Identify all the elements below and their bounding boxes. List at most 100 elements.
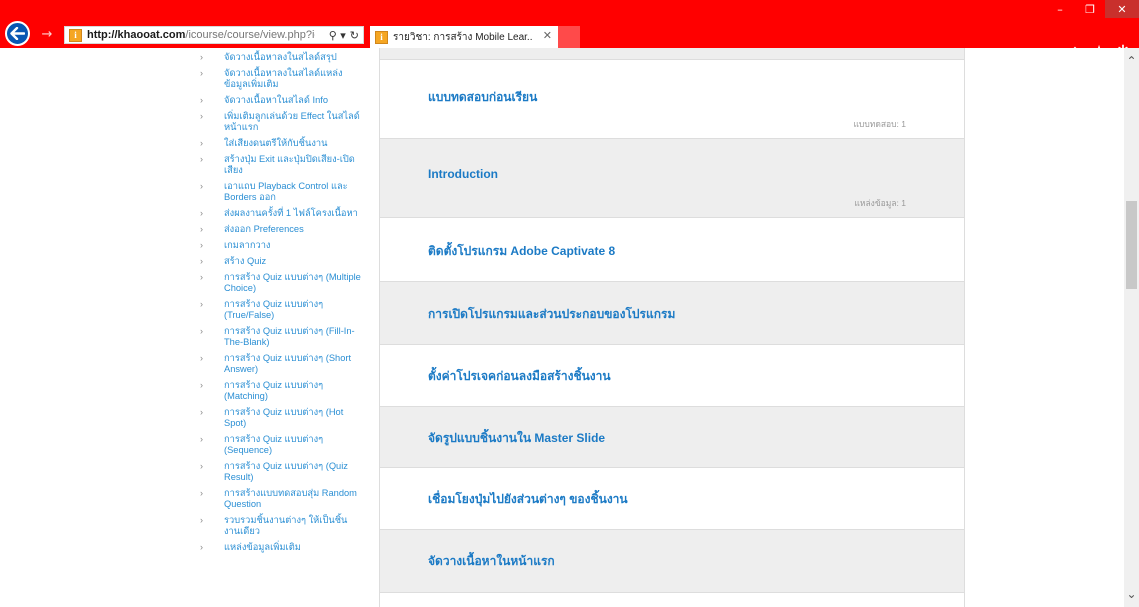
scroll-down-arrow-icon[interactable]: ⌄ (1124, 587, 1139, 601)
arrow-left-icon (10, 27, 25, 40)
sidebar-item[interactable]: › การสร้าง Quiz แบบต่างๆ (Quiz Result) (194, 461, 366, 483)
sidebar-item[interactable]: › รวบรวมชิ้นงานต่างๆ ให้เป็นชิ้นงานเดียว (194, 515, 366, 537)
sidebar-item[interactable]: › เกมลากวาง (194, 240, 366, 251)
chevron-right-icon: › (200, 224, 203, 234)
course-section: ตั้งค่าโปรเจคก่อนลงมือสร้างชิ้นงาน (380, 345, 964, 407)
sidebar-item[interactable]: › เอาแถบ Playback Control และ Borders ออก (194, 181, 366, 203)
url-domain: http://khaooat.com (87, 29, 186, 41)
chevron-right-icon: › (200, 461, 203, 471)
url-text[interactable]: http://khaooat.com/icourse/course/view.p… (87, 29, 315, 41)
course-sidebar-nav: › จัดวางเนื้อหาลงในสไลด์สรุป › จัดวางเนื้อห… (194, 52, 366, 558)
restore-button[interactable]: ❐ (1075, 0, 1105, 18)
browser-tab-active[interactable]: i รายวิชา: การสร้าง Mobile Lear... ✕ (370, 26, 558, 48)
site-favicon-icon: i (69, 28, 82, 42)
course-section: แบบทดสอบก่อนเรียนแบบทดสอบ: 1 (380, 60, 964, 139)
search-icon[interactable]: ⚲ ▾ (329, 28, 346, 42)
sidebar-item[interactable]: › สร้าง Quiz (194, 256, 366, 267)
sidebar-item[interactable]: › จัดวางเนื้อหาลงในสไลด์สรุป (194, 52, 366, 63)
section-title-link[interactable]: แบบทดสอบก่อนเรียน (428, 88, 537, 107)
sidebar-item[interactable]: › การสร้าง Quiz แบบต่างๆ (Sequence) (194, 434, 366, 456)
sidebar-item-label: รวบรวมชิ้นงานต่างๆ ให้เป็นชิ้นงานเดียว (224, 515, 348, 536)
course-section: เชื่อมโยงปุ่มไปยังส่วนต่างๆ ของชิ้นงาน (380, 468, 964, 530)
chevron-right-icon: › (200, 138, 203, 148)
sidebar-item-label: การสร้าง Quiz แบบต่างๆ (Hot Spot) (224, 407, 344, 428)
section-title-link[interactable]: ติดตั้งโปรแกรม Adobe Captivate 8 (428, 242, 615, 261)
refresh-icon[interactable]: ↻ (350, 28, 359, 42)
sidebar-item[interactable]: › การสร้างแบบทดสอบสุ่ม Random Question (194, 488, 366, 510)
section-activity-count: แหล่งข้อมูล: 1 (854, 198, 906, 208)
sidebar-item-label: การสร้าง Quiz แบบต่างๆ (Matching) (224, 380, 324, 401)
address-bar[interactable]: i http://khaooat.com/icourse/course/view… (64, 26, 364, 44)
sidebar-item-label: สร้าง Quiz (224, 256, 267, 266)
chevron-right-icon: › (200, 299, 203, 309)
section-title-link[interactable]: ตั้งค่าโปรเจคก่อนลงมือสร้างชิ้นงาน (428, 367, 611, 386)
sidebar-item[interactable]: › จัดวางเนื้อหาในสไลด์ Info (194, 95, 366, 106)
sidebar-item-label: การสร้าง Quiz แบบต่างๆ (Fill-In-The-Blan… (224, 326, 355, 347)
sidebar-item[interactable]: › สร้างปุ่ม Exit และปุ่มปิดเสียง-เปิดเสีย… (194, 154, 366, 176)
page-content: › จัดวางเนื้อหาลงในสไลด์สรุป › จัดวางเนื้อห… (0, 48, 1124, 607)
chevron-right-icon: › (200, 95, 203, 105)
sidebar-item[interactable]: › ส่งออก Preferences (194, 224, 366, 235)
tab-close-icon[interactable]: ✕ (543, 29, 552, 42)
sidebar-item[interactable]: › การสร้าง Quiz แบบต่างๆ (Hot Spot) (194, 407, 366, 429)
forward-button[interactable]: → (38, 25, 56, 43)
course-sections: แบบทดสอบก่อนเรียน แบบทดสอบ: 1 Introduction… (379, 48, 965, 607)
chevron-right-icon: › (200, 326, 203, 336)
scroll-up-arrow-icon[interactable]: ⌃ (1124, 54, 1139, 68)
sidebar-item-label: การสร้าง Quiz แบบต่างๆ (Sequence) (224, 434, 324, 455)
sidebar-item[interactable]: › ใส่เสียงดนตรีให้กับชิ้นงาน (194, 138, 366, 149)
chevron-right-icon: › (200, 353, 203, 363)
sidebar-item-label: ใส่เสียงดนตรีให้กับชิ้นงาน (224, 138, 328, 148)
chevron-right-icon: › (200, 240, 203, 250)
sidebar-item[interactable]: › ส่งผลงานครั้งที่ 1 ไฟล์โครงเนื้อหา (194, 208, 366, 219)
sidebar-item-label: เกมลากวาง (224, 240, 271, 250)
sidebar-item-label: การสร้างแบบทดสอบสุ่ม Random Question (224, 488, 357, 509)
chevron-right-icon: › (200, 542, 203, 552)
url-path: /icourse/course/view.php?id=2 (185, 29, 315, 41)
course-section (380, 593, 964, 607)
chevron-right-icon: › (200, 380, 203, 390)
address-tools: ⚲ ▾ ↻ (329, 28, 359, 42)
chevron-right-icon: › (200, 488, 203, 498)
chevron-right-icon: › (200, 208, 203, 218)
section-title-link[interactable]: จัดวางเนื้อหาในหน้าแรก (428, 552, 555, 571)
chevron-right-icon: › (200, 181, 203, 191)
tab-favicon-icon: i (375, 30, 388, 44)
sidebar-item-label: จัดวางเนื้อหาลงในสไลด์สรุป (224, 52, 337, 62)
sidebar-item[interactable]: › การสร้าง Quiz แบบต่างๆ (Matching) (194, 380, 366, 402)
course-section: จัดรูปแบบชิ้นงานใน Master Slide (380, 407, 964, 468)
sidebar-item[interactable]: › เพิ่มเติมลูกเล่นด้วย Effect ในสไลด์หน้า… (194, 111, 366, 133)
section-title-link[interactable]: Introduction (428, 167, 498, 181)
course-section: Introduction แหล่งข้อมูล: 1 (380, 139, 964, 218)
sidebar-item-label: สร้างปุ่ม Exit และปุ่มปิดเสียง-เปิดเสียง (224, 154, 355, 175)
chevron-right-icon: › (200, 407, 203, 417)
sidebar-item[interactable]: › การสร้าง Quiz แบบต่างๆ (True/False) (194, 299, 366, 321)
sidebar-item-label: การสร้าง Quiz แบบต่างๆ (Multiple Choice) (224, 272, 361, 293)
chevron-right-icon: › (200, 434, 203, 444)
sidebar-item[interactable]: › การสร้าง Quiz แบบต่างๆ (Fill-In-The-Bla… (194, 326, 366, 348)
new-tab-button[interactable] (558, 26, 580, 48)
sidebar-item-label: การสร้าง Quiz แบบต่างๆ (Quiz Result) (224, 461, 348, 482)
close-window-button[interactable]: ✕ (1105, 0, 1139, 18)
course-section: การเปิดโปรแกรมและส่วนประกอบของโปรแกรม (380, 282, 964, 345)
sidebar-item-label: การสร้าง Quiz แบบต่างๆ (True/False) (224, 299, 324, 320)
back-button[interactable] (5, 21, 30, 46)
chevron-right-icon: › (200, 272, 203, 282)
section-title-link[interactable]: จัดรูปแบบชิ้นงานใน Master Slide (428, 429, 605, 448)
chevron-right-icon: › (200, 68, 203, 78)
sidebar-item[interactable]: › จัดวางเนื้อหาลงในสไลด์แหล่งข้อมูลเพิ่มเ… (194, 68, 366, 90)
sidebar-item[interactable]: › การสร้าง Quiz แบบต่างๆ (Short Answer) (194, 353, 366, 375)
section-activity-count: แบบทดสอบ: 1 (853, 119, 906, 129)
sidebar-item-label: จัดวางเนื้อหาในสไลด์ Info (224, 95, 328, 105)
vertical-scrollbar[interactable]: ⌃ ⌄ (1124, 48, 1139, 607)
section-title-link[interactable]: เชื่อมโยงปุ่มไปยังส่วนต่างๆ ของชิ้นงาน (428, 490, 628, 509)
tab-title: รายวิชา: การสร้าง Mobile Lear... (393, 31, 533, 43)
chevron-right-icon: › (200, 111, 203, 121)
sidebar-item[interactable]: › การสร้าง Quiz แบบต่างๆ (Multiple Choice… (194, 272, 366, 294)
section-title-link[interactable]: การเปิดโปรแกรมและส่วนประกอบของโปรแกรม (428, 305, 675, 324)
course-section: จัดวางเนื้อหาในหน้าแรก (380, 530, 964, 593)
sidebar-item[interactable]: › แหล่งข้อมูลเพิ่มเติม (194, 542, 366, 553)
course-section: ติดตั้งโปรแกรม Adobe Captivate 8 (380, 218, 964, 282)
scroll-thumb[interactable] (1126, 201, 1137, 289)
minimize-button[interactable]: – (1045, 0, 1075, 18)
